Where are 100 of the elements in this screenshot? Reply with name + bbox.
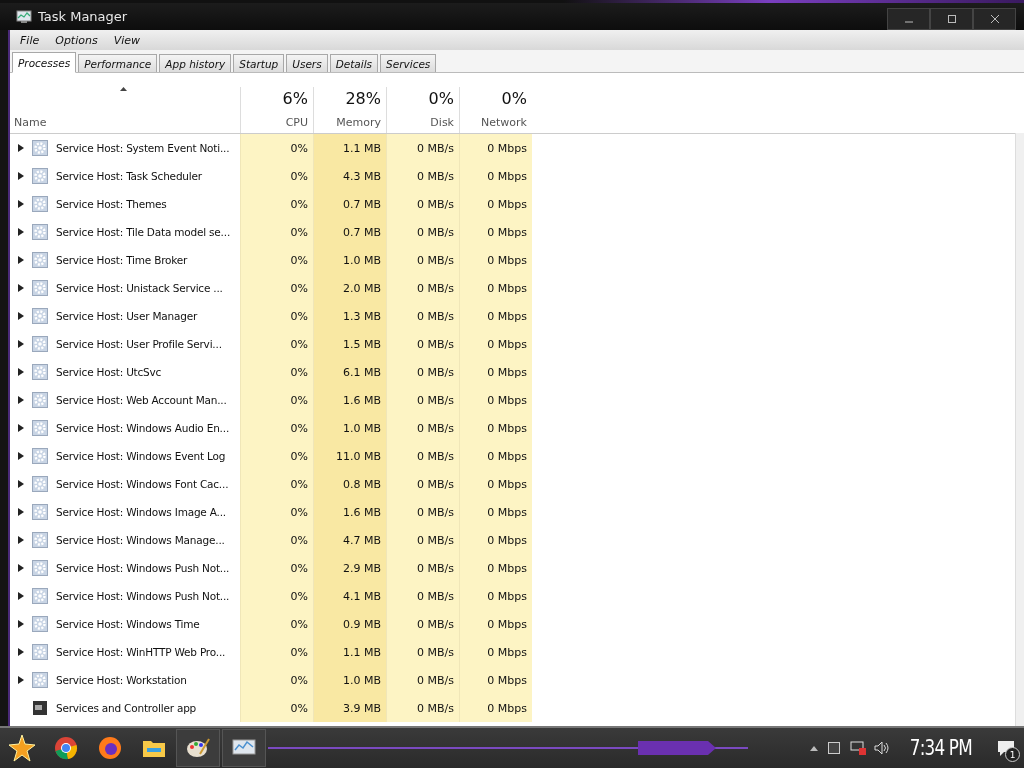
expand-arrow-icon[interactable] bbox=[18, 648, 24, 656]
table-cell: 0 Mbps bbox=[459, 554, 532, 582]
sort-arrow-icon[interactable] bbox=[120, 87, 127, 91]
process-name: Service Host: Windows Event Log bbox=[56, 450, 226, 462]
table-cell: 0% bbox=[240, 610, 313, 638]
column-header[interactable]: CPU bbox=[285, 116, 308, 129]
expand-arrow-icon[interactable] bbox=[18, 172, 24, 180]
process-name: Service Host: Windows Audio En... bbox=[56, 422, 230, 434]
table-cell: 0% bbox=[240, 498, 313, 526]
usage-percent: 0% bbox=[428, 89, 454, 108]
process-name: Service Host: User Manager bbox=[56, 310, 198, 322]
table-cell: 1.1 MB bbox=[313, 638, 386, 666]
gear-icon bbox=[32, 392, 48, 408]
expand-arrow-icon[interactable] bbox=[18, 592, 24, 600]
expand-arrow-icon[interactable] bbox=[18, 508, 24, 516]
taskbar-app-button[interactable] bbox=[176, 729, 220, 767]
tab[interactable]: Processes bbox=[12, 52, 77, 73]
menu-item[interactable]: Options bbox=[49, 33, 104, 47]
table-cell: 0% bbox=[240, 470, 313, 498]
notification-count: 1 bbox=[1005, 747, 1020, 762]
table-cell: 0% bbox=[240, 330, 313, 358]
expand-arrow-icon[interactable] bbox=[18, 144, 24, 152]
expand-arrow-icon[interactable] bbox=[18, 424, 24, 432]
table-cell: 0 MB/s bbox=[386, 414, 459, 442]
tab[interactable]: Performance bbox=[78, 54, 158, 72]
process-name: Service Host: Windows Time bbox=[56, 618, 200, 630]
gear-icon bbox=[32, 532, 48, 548]
column-header[interactable]: Network bbox=[481, 116, 527, 129]
tray-arrow-icon[interactable] bbox=[810, 745, 819, 751]
process-name: Service Host: Tile Data model se... bbox=[56, 226, 231, 238]
table-cell: 0 MB/s bbox=[386, 246, 459, 274]
table-cell: 0 MB/s bbox=[386, 274, 459, 302]
table-cell: 0 MB/s bbox=[386, 666, 459, 694]
expand-arrow-icon[interactable] bbox=[18, 396, 24, 404]
menu-item[interactable]: View bbox=[107, 33, 147, 47]
expand-arrow-icon[interactable] bbox=[18, 564, 24, 572]
process-name: Services and Controller app bbox=[56, 702, 197, 714]
table-cell: 0 MB/s bbox=[386, 302, 459, 330]
column-header[interactable]: Memory bbox=[336, 116, 381, 129]
maximize-button[interactable] bbox=[930, 8, 973, 30]
table-cell: 0.7 MB bbox=[313, 190, 386, 218]
table-cell: 2.9 MB bbox=[313, 554, 386, 582]
table-cell: 0 MB/s bbox=[386, 694, 459, 722]
tab[interactable]: App history bbox=[159, 54, 232, 72]
taskbar-app-button[interactable] bbox=[222, 729, 266, 767]
expand-arrow-icon[interactable] bbox=[18, 536, 24, 544]
table-cell: 0 Mbps bbox=[459, 246, 532, 274]
fox-browser-icon[interactable] bbox=[98, 736, 122, 760]
network-error-icon[interactable] bbox=[850, 741, 867, 755]
expand-arrow-icon[interactable] bbox=[18, 368, 24, 376]
process-name: Service Host: Web Account Man... bbox=[56, 394, 227, 406]
star-logo-icon[interactable] bbox=[8, 734, 36, 762]
table-cell: 0% bbox=[240, 190, 313, 218]
process-name: Service Host: UtcSvc bbox=[56, 366, 162, 378]
process-name: Service Host: User Profile Servi... bbox=[56, 338, 222, 350]
column-header[interactable]: Disk bbox=[430, 116, 454, 129]
process-name: Service Host: Themes bbox=[56, 198, 167, 210]
expand-arrow-icon[interactable] bbox=[18, 340, 24, 348]
expand-arrow-icon[interactable] bbox=[18, 480, 24, 488]
table-cell: 0% bbox=[240, 162, 313, 190]
table-cell: 0 MB/s bbox=[386, 582, 459, 610]
expand-arrow-icon[interactable] bbox=[18, 676, 24, 684]
gear-icon bbox=[32, 308, 48, 324]
table-cell: 0% bbox=[240, 218, 313, 246]
table-cell: 0 MB/s bbox=[386, 442, 459, 470]
gear-icon bbox=[32, 196, 48, 212]
table-cell: 0% bbox=[240, 666, 313, 694]
tray-box-icon[interactable] bbox=[828, 742, 841, 754]
menu-item[interactable]: File bbox=[14, 33, 46, 47]
expand-arrow-icon[interactable] bbox=[18, 284, 24, 292]
window-title: Task Manager bbox=[38, 9, 128, 24]
table-cell: 4.3 MB bbox=[313, 162, 386, 190]
gear-icon bbox=[32, 252, 48, 268]
taskbar-clock[interactable]: 7:34 PM bbox=[910, 736, 973, 760]
folder-icon[interactable] bbox=[142, 738, 166, 758]
expand-arrow-icon[interactable] bbox=[18, 452, 24, 460]
column-header[interactable]: Name bbox=[14, 116, 47, 129]
gear-icon bbox=[32, 224, 48, 240]
table-cell: 1.0 MB bbox=[313, 666, 386, 694]
expand-arrow-icon[interactable] bbox=[18, 256, 24, 264]
tab[interactable]: Startup bbox=[233, 54, 285, 72]
gear-icon bbox=[32, 476, 48, 492]
expand-arrow-icon[interactable] bbox=[18, 200, 24, 208]
browser-icon[interactable] bbox=[54, 736, 78, 760]
expand-arrow-icon[interactable] bbox=[18, 228, 24, 236]
table-cell: 0 MB/s bbox=[386, 218, 459, 246]
tab[interactable]: Details bbox=[329, 54, 379, 72]
table-cell: 0% bbox=[240, 554, 313, 582]
table-cell: 0% bbox=[240, 442, 313, 470]
process-name: Service Host: System Event Noti... bbox=[56, 142, 230, 154]
tab[interactable]: Services bbox=[380, 54, 437, 72]
volume-icon[interactable] bbox=[874, 741, 891, 755]
expand-arrow-icon[interactable] bbox=[18, 312, 24, 320]
process-name: Service Host: Unistack Service ... bbox=[56, 282, 223, 294]
expand-arrow-icon[interactable] bbox=[18, 620, 24, 628]
usage-percent: 28% bbox=[345, 89, 381, 108]
tab[interactable]: Users bbox=[286, 54, 328, 72]
monitor-chart-icon bbox=[16, 9, 32, 24]
table-cell: 0 Mbps bbox=[459, 358, 532, 386]
table-cell: 0 MB/s bbox=[386, 610, 459, 638]
